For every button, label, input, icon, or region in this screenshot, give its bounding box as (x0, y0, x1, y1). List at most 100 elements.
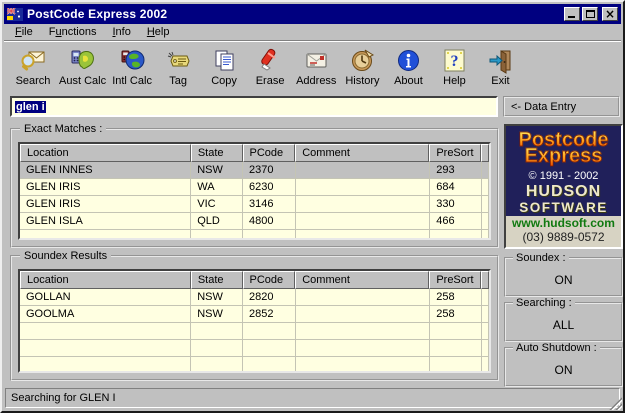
copy-icon (210, 46, 238, 74)
exact-matches-grid: Location State PCode Comment PreSort GLEN INN… (18, 142, 491, 240)
search-input[interactable]: glen i (10, 96, 498, 117)
cell-pcode: 6230 (243, 179, 296, 196)
tool-address-button[interactable]: Address (293, 45, 339, 88)
cell-stub (482, 230, 489, 238)
menu-item-functions[interactable]: Functions (42, 24, 104, 40)
column-header-presort[interactable]: PreSort (429, 271, 481, 289)
cell-state: NSW (191, 289, 244, 306)
tool-aust-calc-button[interactable]: Aust Calc (56, 45, 109, 88)
table-row[interactable] (20, 323, 489, 340)
minimize-button[interactable] (564, 7, 580, 21)
app-window: PostCode Express 2002 × File Functions Inf… (0, 0, 625, 413)
cell-presort (430, 230, 483, 238)
cell-location: GLEN ISLA (20, 213, 192, 230)
table-row[interactable]: GOLLAN NSW 2820 258 (20, 289, 489, 306)
cell-location (20, 323, 192, 340)
soundex-status-box: Soundex : ON (504, 252, 623, 297)
tool-history-button[interactable]: History (339, 45, 385, 88)
close-button[interactable]: × (602, 7, 618, 21)
table-row[interactable]: GLEN IRIS VIC 3146 330 (20, 196, 489, 213)
table-row[interactable]: GLEN INNES NSW 2370 293 (20, 162, 489, 179)
cell-comment (295, 213, 431, 230)
cell-stub (482, 340, 489, 357)
cell-presort (430, 357, 483, 371)
soundex-status-value: ON (554, 273, 573, 287)
menu-item-info[interactable]: Info (105, 24, 137, 40)
cell-stub (482, 162, 489, 179)
auto-shutdown-status-value: ON (554, 363, 573, 377)
brand-copyright: © 1991 - 2002 (528, 169, 599, 182)
tool-tag-button[interactable]: Tag (155, 45, 201, 88)
cell-state: NSW (191, 162, 244, 179)
tool-intl-calc-button[interactable]: Intl Calc (109, 45, 155, 88)
table-row[interactable]: GLEN IRIS WA 6230 684 (20, 179, 489, 196)
column-header-location[interactable]: Location (20, 271, 191, 289)
cell-pcode: 3146 (243, 196, 296, 213)
column-header-comment[interactable]: Comment (295, 271, 430, 289)
column-header-pcode[interactable]: PCode (242, 144, 296, 162)
help-icon: ? (440, 46, 468, 74)
menu-item-help[interactable]: Help (140, 24, 177, 40)
toolbar: Search Aust Calc Intl Calc Tag Copy Erase Addr… (4, 42, 621, 92)
cell-pcode: 2370 (243, 162, 296, 179)
cell-comment (295, 179, 431, 196)
cell-pcode (243, 323, 296, 340)
tool-help-button[interactable]: ? Help (431, 45, 477, 88)
tool-search-button[interactable]: Search (10, 45, 56, 88)
column-header-presort[interactable]: PreSort (429, 144, 481, 162)
cell-stub (482, 323, 489, 340)
cell-comment (295, 196, 431, 213)
cell-pcode: 2820 (243, 289, 296, 306)
cell-stub (482, 357, 489, 371)
tool-copy-button[interactable]: Copy (201, 45, 247, 88)
tool-label: Tag (169, 75, 187, 87)
table-row[interactable]: GLEN ISLA QLD 4800 466 (20, 213, 489, 230)
tool-exit-button[interactable]: Exit (477, 45, 523, 88)
exact-matches-title: Exact Matches : (20, 123, 107, 135)
cell-stub (482, 196, 489, 213)
cell-state (191, 323, 244, 340)
cell-location (20, 340, 192, 357)
column-header-pcode[interactable]: PCode (242, 271, 296, 289)
history-icon (348, 46, 376, 74)
tool-label: History (345, 75, 380, 87)
tool-label: Search (15, 75, 51, 87)
cell-comment (295, 289, 431, 306)
column-header-state[interactable]: State (190, 271, 243, 289)
resize-grip[interactable] (609, 397, 622, 410)
cell-location: GOLLAN (20, 289, 192, 306)
tool-erase-button[interactable]: Erase (247, 45, 293, 88)
tool-label: Copy (211, 75, 237, 87)
tool-about-button[interactable]: About (385, 45, 431, 88)
cell-location: GLEN INNES (20, 162, 192, 179)
table-row[interactable] (20, 357, 489, 371)
brand-website: www.hudsoft.com (512, 216, 615, 231)
cell-pcode (243, 230, 296, 238)
table-row[interactable] (20, 340, 489, 357)
cell-location (20, 230, 192, 238)
intl-calc-icon (118, 46, 146, 74)
table-row[interactable]: GOOLMA NSW 2852 258 (20, 306, 489, 323)
column-header-location[interactable]: Location (20, 144, 191, 162)
status-bar-text: Searching for GLEN I (11, 392, 116, 404)
cell-location (20, 357, 192, 371)
cell-presort (430, 323, 483, 340)
soundex-results-grid: Location State PCode Comment PreSort GOLLAN NS… (18, 269, 491, 373)
cell-state: NSW (191, 306, 244, 323)
column-header-state[interactable]: State (190, 144, 243, 162)
searching-status-label: Searching : (513, 297, 575, 309)
cell-location: GOOLMA (20, 306, 192, 323)
cell-pcode: 2852 (243, 306, 296, 323)
cell-pcode: 4800 (243, 213, 296, 230)
tag-icon (164, 46, 192, 74)
cell-presort: 258 (430, 289, 483, 306)
table-row[interactable] (20, 230, 489, 238)
soundex-results-group: Soundex Results Location State PCode Commen… (10, 250, 499, 381)
menu-item-file[interactable]: File (8, 24, 40, 40)
column-header-comment[interactable]: Comment (295, 144, 430, 162)
cell-state (191, 357, 244, 371)
maximize-button[interactable] (582, 7, 598, 21)
auto-shutdown-status-box: Auto Shutdown : ON (504, 342, 623, 387)
search-icon (19, 46, 47, 74)
cell-stub (482, 213, 489, 230)
